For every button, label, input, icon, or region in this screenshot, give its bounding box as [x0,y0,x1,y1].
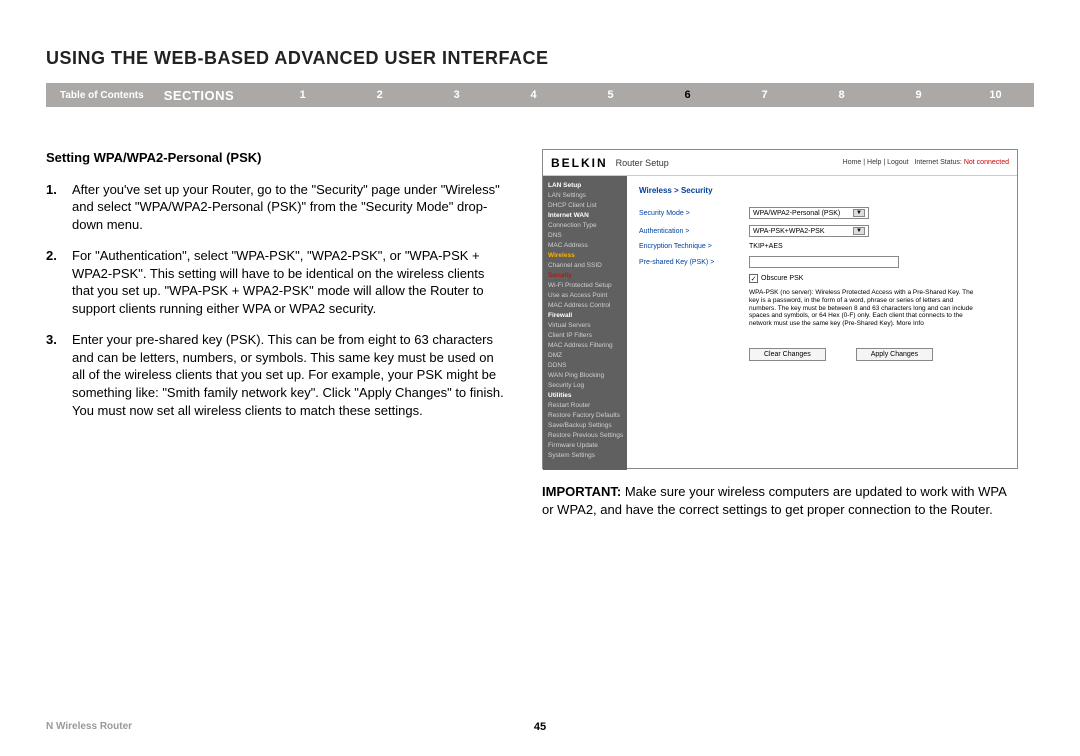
nav-numbers: 1 2 3 4 5 6 7 8 9 10 [264,89,1034,101]
encryption-label: Encryption Technique > [639,243,749,250]
sidebar-item[interactable]: Firewall [543,310,627,320]
step-1: 1. After you've set up your Router, go t… [46,181,506,234]
sidebar-item[interactable]: WAN Ping Blocking [543,370,627,380]
sidebar-item[interactable]: Restart Router [543,400,627,410]
sidebar-item[interactable]: DHCP Client List [543,200,627,210]
nav-section-2[interactable]: 2 [341,89,418,101]
belkin-logo: BELKIN [551,156,608,170]
nav-section-1[interactable]: 1 [264,89,341,101]
sidebar-item[interactable]: Restore Factory Defaults [543,410,627,420]
sidebar-item[interactable]: Firmware Update [543,440,627,450]
authentication-select[interactable]: WPA-PSK+WPA2-PSK▼ [749,225,869,237]
nav-toc-link[interactable]: Table of Contents [46,90,164,101]
encryption-value: TKIP+AES [749,243,783,250]
router-setup-label: Router Setup [616,158,669,168]
nav-sections-label: SECTIONS [164,88,264,103]
important-note: IMPORTANT: Make sure your wireless compu… [542,483,1018,518]
router-admin-screenshot: BELKIN Router Setup Home | Help | Logout… [542,149,1018,469]
step-text: Enter your pre-shared key (PSK). This ca… [72,331,506,419]
sidebar-item[interactable]: DMZ [543,350,627,360]
nav-section-9[interactable]: 9 [880,89,957,101]
sidebar-item[interactable]: Save/Backup Settings [543,420,627,430]
sidebar-item[interactable]: Client IP Filters [543,330,627,340]
step-text: For "Authentication", select "WPA-PSK", … [72,247,506,317]
nav-section-8[interactable]: 8 [803,89,880,101]
nav-section-5[interactable]: 5 [572,89,649,101]
admin-main: Wireless > Security Security Mode > WPA/… [627,176,1017,470]
sidebar-item[interactable]: System Settings [543,450,627,460]
obscure-psk-checkbox[interactable]: ✓ [749,274,758,283]
step-number: 3. [46,331,72,419]
sidebar-item[interactable]: Wi-Fi Protected Setup [543,280,627,290]
chevron-down-icon: ▼ [853,209,865,217]
psk-help-text: WPA-PSK (no server): Wireless Protected … [749,289,979,328]
admin-sidebar: LAN SetupLAN SettingsDHCP Client ListInt… [543,176,627,470]
nav-bar: Table of Contents SECTIONS 1 2 3 4 5 6 7… [46,83,1034,107]
step-number: 2. [46,247,72,317]
nav-section-6[interactable]: 6 [649,89,726,101]
page-title: USING THE WEB-BASED ADVANCED USER INTERF… [46,48,1034,69]
sidebar-item[interactable]: MAC Address Control [543,300,627,310]
nav-section-7[interactable]: 7 [726,89,803,101]
step-2: 2. For "Authentication", select "WPA-PSK… [46,247,506,317]
nav-section-4[interactable]: 4 [495,89,572,101]
sidebar-item[interactable]: Connection Type [543,220,627,230]
nav-section-3[interactable]: 3 [418,89,495,101]
footer-product-name: N Wireless Router [46,721,132,732]
page-number: 45 [534,721,546,733]
sidebar-item[interactable]: Utilities [543,390,627,400]
security-mode-label: Security Mode > [639,210,749,217]
apply-changes-button[interactable]: Apply Changes [856,348,933,361]
sidebar-item[interactable]: Security [543,270,627,280]
step-3: 3. Enter your pre-shared key (PSK). This… [46,331,506,419]
sidebar-item[interactable]: Wireless [543,250,627,260]
sidebar-item[interactable]: Security Log [543,380,627,390]
section-subhead: Setting WPA/WPA2-Personal (PSK) [46,149,506,167]
obscure-psk-label: Obscure PSK [761,275,803,282]
sidebar-item[interactable]: Use as Access Point [543,290,627,300]
nav-section-10[interactable]: 10 [957,89,1034,101]
psk-input[interactable] [749,256,899,268]
psk-label: Pre-shared Key (PSK) > [639,259,749,266]
top-links: Home | Help | Logout Internet Status: No… [843,159,1009,166]
sidebar-item[interactable]: Virtual Servers [543,320,627,330]
sidebar-item[interactable]: LAN Setup [543,180,627,190]
chevron-down-icon: ▼ [853,227,865,235]
instructions-column: Setting WPA/WPA2-Personal (PSK) 1. After… [46,149,506,518]
authentication-label: Authentication > [639,228,749,235]
sidebar-item[interactable]: MAC Address [543,240,627,250]
sidebar-item[interactable]: Internet WAN [543,210,627,220]
sidebar-item[interactable]: Channel and SSID [543,260,627,270]
breadcrumb: Wireless > Security [639,186,1005,195]
step-number: 1. [46,181,72,234]
security-mode-select[interactable]: WPA/WPA2-Personal (PSK)▼ [749,207,869,219]
sidebar-item[interactable]: LAN Settings [543,190,627,200]
clear-changes-button[interactable]: Clear Changes [749,348,826,361]
sidebar-item[interactable]: DDNS [543,360,627,370]
step-text: After you've set up your Router, go to t… [72,181,506,234]
sidebar-item[interactable]: DNS [543,230,627,240]
sidebar-item[interactable]: MAC Address Filtering [543,340,627,350]
sidebar-item[interactable]: Restore Previous Settings [543,430,627,440]
